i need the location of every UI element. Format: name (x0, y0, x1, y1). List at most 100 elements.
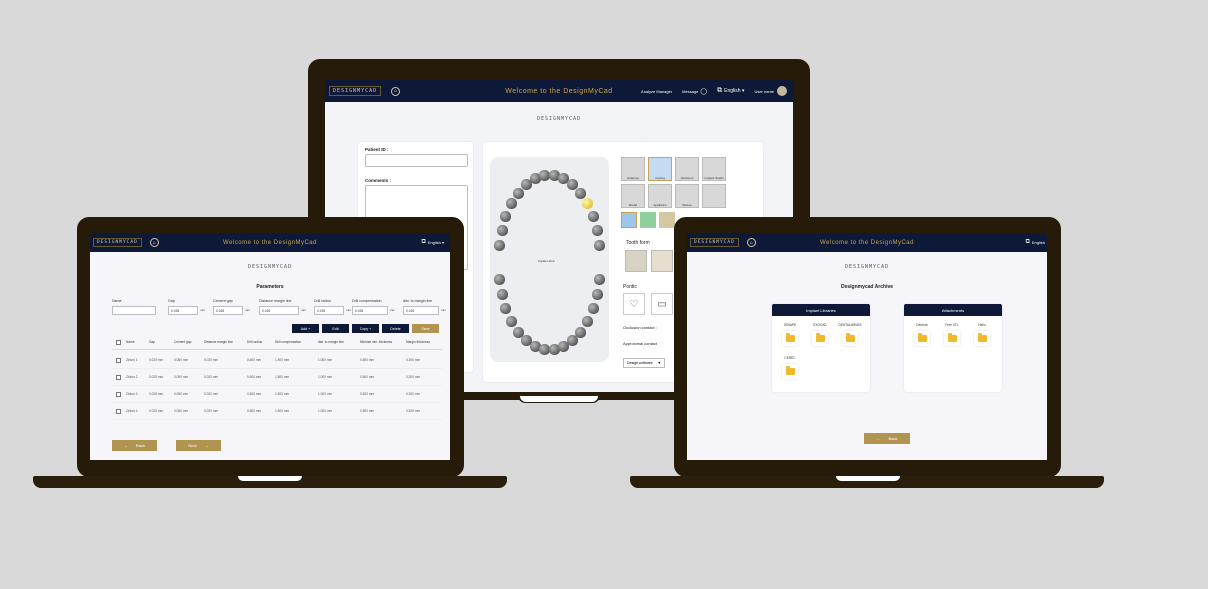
parameter-input[interactable] (112, 306, 156, 315)
tooth[interactable] (587, 303, 599, 315)
restoration-option[interactable]: Implant Studio (702, 157, 726, 181)
swatch-blue[interactable] (621, 212, 637, 228)
folder-item[interactable]: 3SHAPE (776, 323, 804, 349)
column-header[interactable]: Distance margin line (204, 340, 233, 344)
save-button[interactable]: Save (412, 324, 439, 333)
tooth[interactable] (587, 210, 599, 222)
patient-id-input[interactable] (365, 154, 468, 167)
next-button[interactable]: Next → (176, 440, 221, 451)
avatar (777, 86, 787, 96)
back-button[interactable]: ← Back (112, 440, 157, 451)
tooth[interactable] (505, 198, 517, 210)
tooth[interactable] (494, 240, 506, 251)
analyze-manager-link[interactable]: Analyze Manager (641, 89, 672, 94)
nav-right: Analyze Manager Message ◯ ⧉ English ▾ Us… (641, 86, 787, 96)
restoration-label: Implant Studio (704, 176, 724, 180)
tooth[interactable] (591, 289, 603, 300)
tooth[interactable] (505, 315, 517, 327)
pontic-option-1[interactable]: ♡ (623, 293, 645, 315)
add-button[interactable]: Add + (292, 324, 319, 333)
select-all-checkbox[interactable] (116, 340, 121, 345)
column-header[interactable]: Name (126, 340, 135, 344)
divider (112, 402, 442, 403)
folder-item[interactable]: EXOCAD (806, 323, 834, 349)
restoration-option[interactable]: Model (621, 184, 645, 208)
edit-button[interactable]: Edit (322, 324, 349, 333)
language-selector[interactable]: ⧉ English (1026, 239, 1045, 246)
language-selector[interactable]: ⧉ English ▾ (717, 87, 744, 95)
column-header[interactable]: dist. to margin line (318, 340, 344, 344)
column-header[interactable]: Cement gap (174, 340, 191, 344)
comments-label: Comments : (365, 178, 392, 183)
tooth[interactable] (496, 289, 508, 300)
parameter-input[interactable]: 0.025 (259, 306, 299, 315)
swatch-green[interactable] (640, 212, 656, 228)
table-cell: 1.000 mm (318, 375, 333, 379)
user-menu[interactable]: User name (754, 86, 787, 96)
folder-item[interactable]: Denture (908, 323, 936, 349)
tooth-form-option-2[interactable] (651, 250, 673, 272)
page-title: Parameters (256, 284, 284, 290)
divider (112, 419, 442, 420)
restoration-option[interactable]: Anatomy (621, 157, 645, 181)
tooth[interactable] (500, 303, 512, 315)
back-button[interactable]: ← Back (864, 433, 910, 444)
table-cell: 0.500 mm (360, 409, 375, 413)
folder-item[interactable]: DENTALWINGS (836, 323, 864, 349)
tooth-form-option-1[interactable] (625, 250, 647, 272)
table-row[interactable]: Zirkon 3 0.025 mm 0.050 mm 0.020 mm 0.600 mm… (112, 391, 442, 401)
chat-icon: ◯ (700, 88, 708, 95)
folder-item[interactable]: CEREC (776, 356, 804, 382)
parameter-input[interactable]: 0.025 (168, 306, 198, 315)
parameter-unit: mm (441, 308, 446, 312)
table-row[interactable]: Zirkon 1 0.025 mm 0.050 mm 0.020 mm 0.600 mm… (112, 357, 442, 367)
delete-button[interactable]: Delete (382, 324, 409, 333)
restoration-option[interactable]: Coping (648, 157, 672, 181)
column-header[interactable]: Drill radius (247, 340, 262, 344)
parameter-input[interactable]: 0.025 (352, 306, 388, 315)
table-row[interactable]: Zirkon 4 0.025 mm 0.050 mm 0.020 mm 0.600 mm… (112, 408, 442, 418)
language-label: English (1031, 240, 1045, 245)
column-header[interactable]: Margin thickness (406, 340, 430, 344)
folder-item[interactable]: Hello (968, 323, 996, 349)
tooth[interactable] (494, 274, 506, 285)
tooth[interactable] (582, 315, 594, 327)
parameter-input[interactable]: 0.025 (314, 306, 344, 315)
row-checkbox[interactable] (116, 358, 121, 363)
right-navbar: DESIGNMYCAD ⌂ Welcome to the DesignMyCad… (687, 233, 1047, 252)
language-selector[interactable]: ⧉ English ▾ (421, 239, 444, 246)
tooth[interactable] (582, 198, 594, 210)
design-software-select[interactable]: Design software ▼ (623, 358, 665, 368)
tooth[interactable] (575, 326, 587, 338)
tooth[interactable] (593, 240, 605, 251)
column-header[interactable]: Minimal min. thickness (360, 340, 392, 344)
row-checkbox[interactable] (116, 392, 121, 397)
tooth[interactable] (496, 225, 508, 236)
row-checkbox[interactable] (116, 409, 121, 414)
swatch-gold[interactable] (659, 212, 675, 228)
attachment-folder-grid: Denture Free STL Hello (908, 323, 1000, 388)
restoration-option[interactable] (702, 184, 726, 208)
tooth[interactable] (500, 210, 512, 222)
copy-button[interactable]: Copy + (352, 324, 379, 333)
pontic-option-2[interactable]: ▭ (651, 293, 673, 315)
dental-chart[interactable]: Implant abut (490, 157, 609, 362)
message-link[interactable]: Message ◯ (682, 88, 707, 95)
folder-item[interactable]: Free STL (938, 323, 966, 349)
tooth[interactable] (575, 187, 587, 199)
table-cell: 0.600 mm (247, 409, 262, 413)
divider (112, 368, 442, 369)
parameter-input[interactable]: 0.025 (213, 306, 243, 315)
parameter-input[interactable]: 0.025 (403, 306, 439, 315)
table-row[interactable]: Zirkon 2 0.025 mm 0.050 mm 0.020 mm 0.600 mm… (112, 374, 442, 384)
restoration-option[interactable]: Waxup (675, 184, 699, 208)
tooth[interactable] (512, 187, 524, 199)
row-checkbox[interactable] (116, 375, 121, 380)
restoration-option[interactable]: Abutment (675, 157, 699, 181)
column-header[interactable]: Gap (149, 340, 155, 344)
column-header[interactable]: Drill compensation (275, 340, 301, 344)
restoration-option[interactable]: Appliance (648, 184, 672, 208)
tooth[interactable] (593, 274, 605, 285)
back-label: Back (136, 443, 145, 448)
tooth[interactable] (591, 225, 603, 236)
